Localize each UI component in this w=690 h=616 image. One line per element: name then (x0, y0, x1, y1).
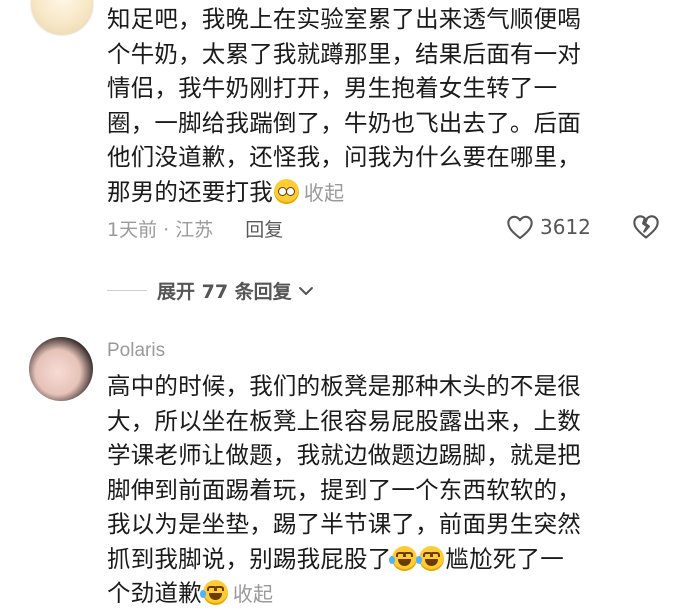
comment-line: 学课老师让做题，我就边做题边踢脚，就是把 (107, 441, 581, 469)
collapse-link[interactable]: 收起 (233, 582, 273, 606)
comment-line: 大，所以坐在板凳上很容易屁股露出来，上数 (107, 406, 581, 435)
heart-outline-icon (507, 215, 533, 240)
comment-line-mixed: 抓到我脚说，别踢我屁股了 尴尬死了一 (107, 542, 667, 577)
comment-line: 我以为是坐垫，踢了半节课了，前面男生突然 (107, 510, 581, 538)
comment-line: 抓到我脚说，别踢我屁股了 (107, 544, 392, 573)
comment-line: 个劲道歉 (107, 579, 202, 607)
collapse-link[interactable]: 收起 (304, 181, 344, 205)
comment-line-last: 那男的还要打我 收起 (107, 175, 667, 211)
meta-separator: · (163, 219, 170, 241)
comment-line: 个牛奶，太累了我就蹲那里，结果后面有一对 (107, 39, 581, 68)
laughing-crying-emoji (389, 545, 418, 571)
comment-line-last: 个劲道歉 收起 (107, 576, 667, 612)
comment-meta: 1天前 · 江苏 回复 (107, 215, 283, 242)
avatar[interactable] (30, 0, 94, 36)
comment-location: 江苏 (175, 219, 214, 241)
username[interactable]: Polaris (107, 340, 165, 362)
like-count: 3612 (540, 215, 591, 239)
comment-time: 1天前 (107, 219, 158, 241)
expand-replies-label: 展开 77 条回复 (157, 281, 292, 303)
laughing-crying-emoji (416, 545, 445, 571)
comment-line: 那男的还要打我 (107, 177, 273, 206)
comment-line: 圈，一脚给我踹倒了，牛奶也飞出去了。后面 (107, 108, 581, 137)
comment-line: 情侣，我牛奶刚打开，男生抱着女生转了一 (107, 74, 558, 102)
comment-line: 脚伸到前面踢着玩，提到了一个东西软软的， (107, 475, 581, 504)
expand-replies-button[interactable]: 展开 77 条回复 (107, 277, 314, 304)
comment-body: 知足吧，我晚上在实验室累了出来透气顺便喝 个牛奶，太累了我就蹲那里，结果后面有一… (107, 2, 667, 210)
laughing-crying-emoji (199, 580, 228, 605)
comment-line: 他们没道歉，还怪我，问我为什么要在哪里， (107, 143, 581, 171)
avatar[interactable] (29, 337, 93, 401)
chevron-down-icon (298, 286, 313, 295)
like-button[interactable]: 3612 (506, 214, 591, 240)
comment-body: 高中的时候，我们的板凳是那种木头的不是很 大，所以坐在板凳上很容易屁股露出来，上… (107, 369, 667, 612)
comment-line: 知足吧，我晚上在实验室累了出来透气顺便喝 (107, 5, 581, 33)
divider (107, 290, 147, 291)
comment-line: 高中的时候，我们的板凳是那种木头的不是很 (107, 372, 581, 400)
comment-line: 尴尬死了一 (445, 544, 564, 573)
broken-heart-icon[interactable] (632, 213, 660, 241)
reply-button[interactable]: 回复 (245, 219, 283, 241)
blushing-face-emoji (273, 178, 299, 204)
